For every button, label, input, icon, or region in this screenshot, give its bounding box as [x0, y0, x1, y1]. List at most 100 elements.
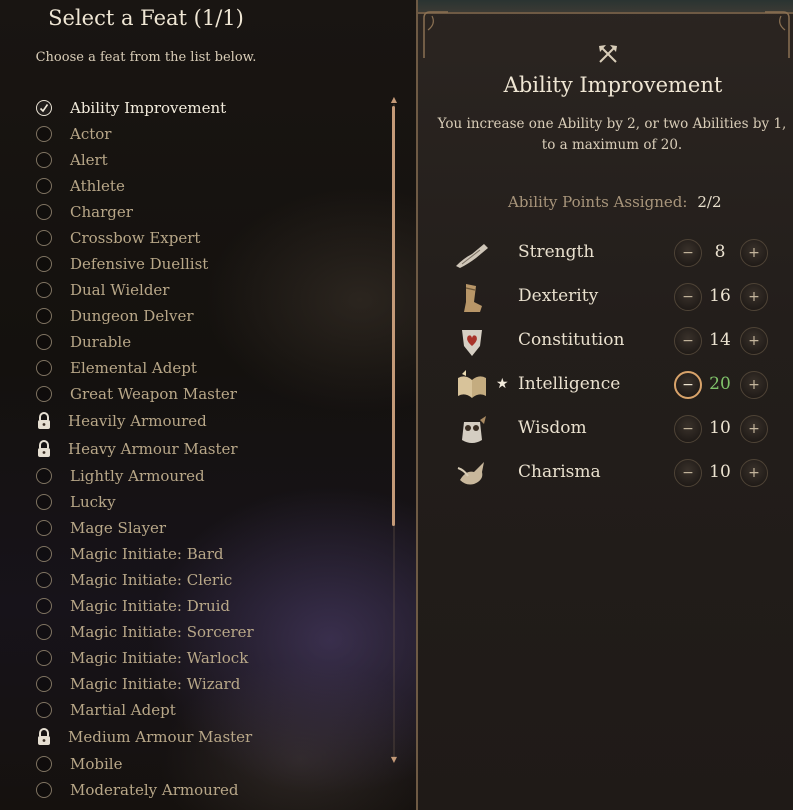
padlock-icon [34, 411, 54, 431]
radio-icon [36, 334, 52, 350]
feat-panel-subtitle: Choose a feat from the list below. [35, 50, 257, 65]
feat-item-label: Ability Improvement [70, 99, 227, 117]
feat-item-label: Crossbow Expert [70, 229, 201, 247]
feat-item-label: Magic Initiate: Wizard [70, 675, 241, 693]
feat-item[interactable]: Magic Initiate: Druid [34, 593, 374, 619]
radio-icon [36, 494, 52, 510]
crossed-axes-icon [599, 45, 617, 63]
radio-icon [36, 624, 52, 640]
radio-icon [36, 468, 52, 484]
feat-list: Ability Improvement Actor Alert Athlete Char… [34, 95, 374, 803]
feat-item[interactable]: Charger [34, 199, 374, 225]
feat-item[interactable]: Crossbow Expert [34, 225, 374, 251]
feat-item[interactable]: Mobile [34, 751, 374, 777]
heart-shield-icon [454, 326, 490, 358]
feat-item[interactable]: Heavy Armour Master [34, 435, 374, 463]
increase-button[interactable]: + [740, 459, 768, 487]
decrease-button[interactable]: − [674, 459, 702, 487]
feat-item-label: Martial Adept [70, 701, 176, 719]
feat-item-label: Heavy Armour Master [68, 440, 238, 458]
panel-frame-top [418, 0, 793, 14]
feat-item-label: Lightly Armoured [70, 467, 205, 485]
feat-item-label: Elemental Adept [70, 359, 197, 377]
feat-item[interactable]: Heavily Armoured [34, 407, 374, 435]
feat-item[interactable]: Mage Slayer [34, 515, 374, 541]
radio-icon [36, 282, 52, 298]
feat-item-label: Athlete [70, 177, 125, 195]
feat-item[interactable]: Actor [34, 121, 374, 147]
ability-score: 16 [709, 286, 731, 306]
feat-item-label: Magic Initiate: Bard [70, 545, 224, 563]
feat-list-scrollbar[interactable]: ▲ ▼ [391, 96, 397, 766]
star-icon: ★ [496, 376, 509, 392]
increase-button[interactable]: + [740, 415, 768, 443]
feat-item[interactable]: Martial Adept [34, 697, 374, 723]
increase-button[interactable]: + [740, 327, 768, 355]
feat-item[interactable]: Lucky [34, 489, 374, 515]
open-book-icon [454, 370, 490, 402]
feat-item[interactable]: Dual Wielder [34, 277, 374, 303]
feat-item-label: Dungeon Delver [70, 307, 194, 325]
radio-icon [36, 126, 52, 142]
radio-icon [36, 178, 52, 194]
feat-item[interactable]: Medium Armour Master [34, 723, 374, 751]
scroll-up-arrow-icon[interactable]: ▲ [389, 96, 399, 104]
feat-panel-title: Select a Feat (1/1) [48, 6, 244, 30]
radio-icon [36, 152, 52, 168]
radio-icon [36, 546, 52, 562]
scroll-down-arrow-icon[interactable]: ▼ [389, 756, 399, 764]
feat-item-label: Great Weapon Master [70, 385, 237, 403]
ability-name: Constitution [518, 330, 625, 350]
feat-item[interactable]: Magic Initiate: Warlock [34, 645, 374, 671]
feat-detail-panel: Ability Improvement You increase one Abi… [416, 0, 793, 810]
feat-item-label: Magic Initiate: Warlock [70, 649, 249, 667]
feat-item[interactable]: Alert [34, 147, 374, 173]
feat-item[interactable]: Magic Initiate: Cleric [34, 567, 374, 593]
feat-item[interactable]: Moderately Armoured [34, 777, 374, 803]
ability-name: Intelligence [518, 374, 621, 394]
feat-description: You increase one Ability by 2, or two Ab… [437, 116, 787, 153]
ability-row: Dexterity −16 + [454, 280, 774, 316]
feat-item[interactable]: Elemental Adept [34, 355, 374, 381]
feat-item[interactable]: Lightly Armoured [34, 463, 374, 489]
feat-item[interactable]: Magic Initiate: Sorcerer [34, 619, 374, 645]
feat-item[interactable]: Athlete [34, 173, 374, 199]
points-label: Ability Points Assigned: [508, 193, 688, 211]
feat-item[interactable]: Magic Initiate: Bard [34, 541, 374, 567]
increase-button[interactable]: + [740, 283, 768, 311]
increase-button[interactable]: + [740, 371, 768, 399]
increase-button[interactable]: + [740, 239, 768, 267]
ability-score: 10 [709, 462, 731, 482]
scroll-thumb[interactable] [392, 106, 395, 526]
radio-icon [36, 650, 52, 666]
feat-item-label: Mage Slayer [70, 519, 167, 537]
ability-score: 10 [709, 418, 731, 438]
radio-icon [36, 676, 52, 692]
feat-title: Ability Improvement [503, 73, 723, 97]
decrease-button[interactable]: − [674, 371, 702, 399]
feat-item[interactable]: Dungeon Delver [34, 303, 374, 329]
padlock-icon [34, 727, 54, 747]
feat-item[interactable]: Durable [34, 329, 374, 355]
decrease-button[interactable]: − [674, 327, 702, 355]
radio-icon [36, 598, 52, 614]
decrease-button[interactable]: − [674, 239, 702, 267]
feat-item-label: Actor [70, 125, 112, 143]
radio-icon [36, 230, 52, 246]
feat-item-label: Durable [70, 333, 132, 351]
decrease-button[interactable]: − [674, 415, 702, 443]
feat-item[interactable]: Magic Initiate: Wizard [34, 671, 374, 697]
feat-item-label: Lucky [70, 493, 116, 511]
feat-item-label: Heavily Armoured [68, 412, 207, 430]
feat-item[interactable]: Great Weapon Master [34, 381, 374, 407]
decrease-button[interactable]: − [674, 283, 702, 311]
feat-item-label: Charger [70, 203, 133, 221]
radio-icon [36, 308, 52, 324]
ability-name: Strength [518, 242, 595, 262]
feat-item-label: Magic Initiate: Druid [70, 597, 231, 615]
feat-item[interactable]: Ability Improvement [34, 95, 374, 121]
feat-item[interactable]: Defensive Duellist [34, 251, 374, 277]
ability-score: 8 [714, 242, 726, 262]
checkmark-icon [36, 100, 52, 116]
ability-row: Wisdom −10 + [454, 412, 774, 448]
